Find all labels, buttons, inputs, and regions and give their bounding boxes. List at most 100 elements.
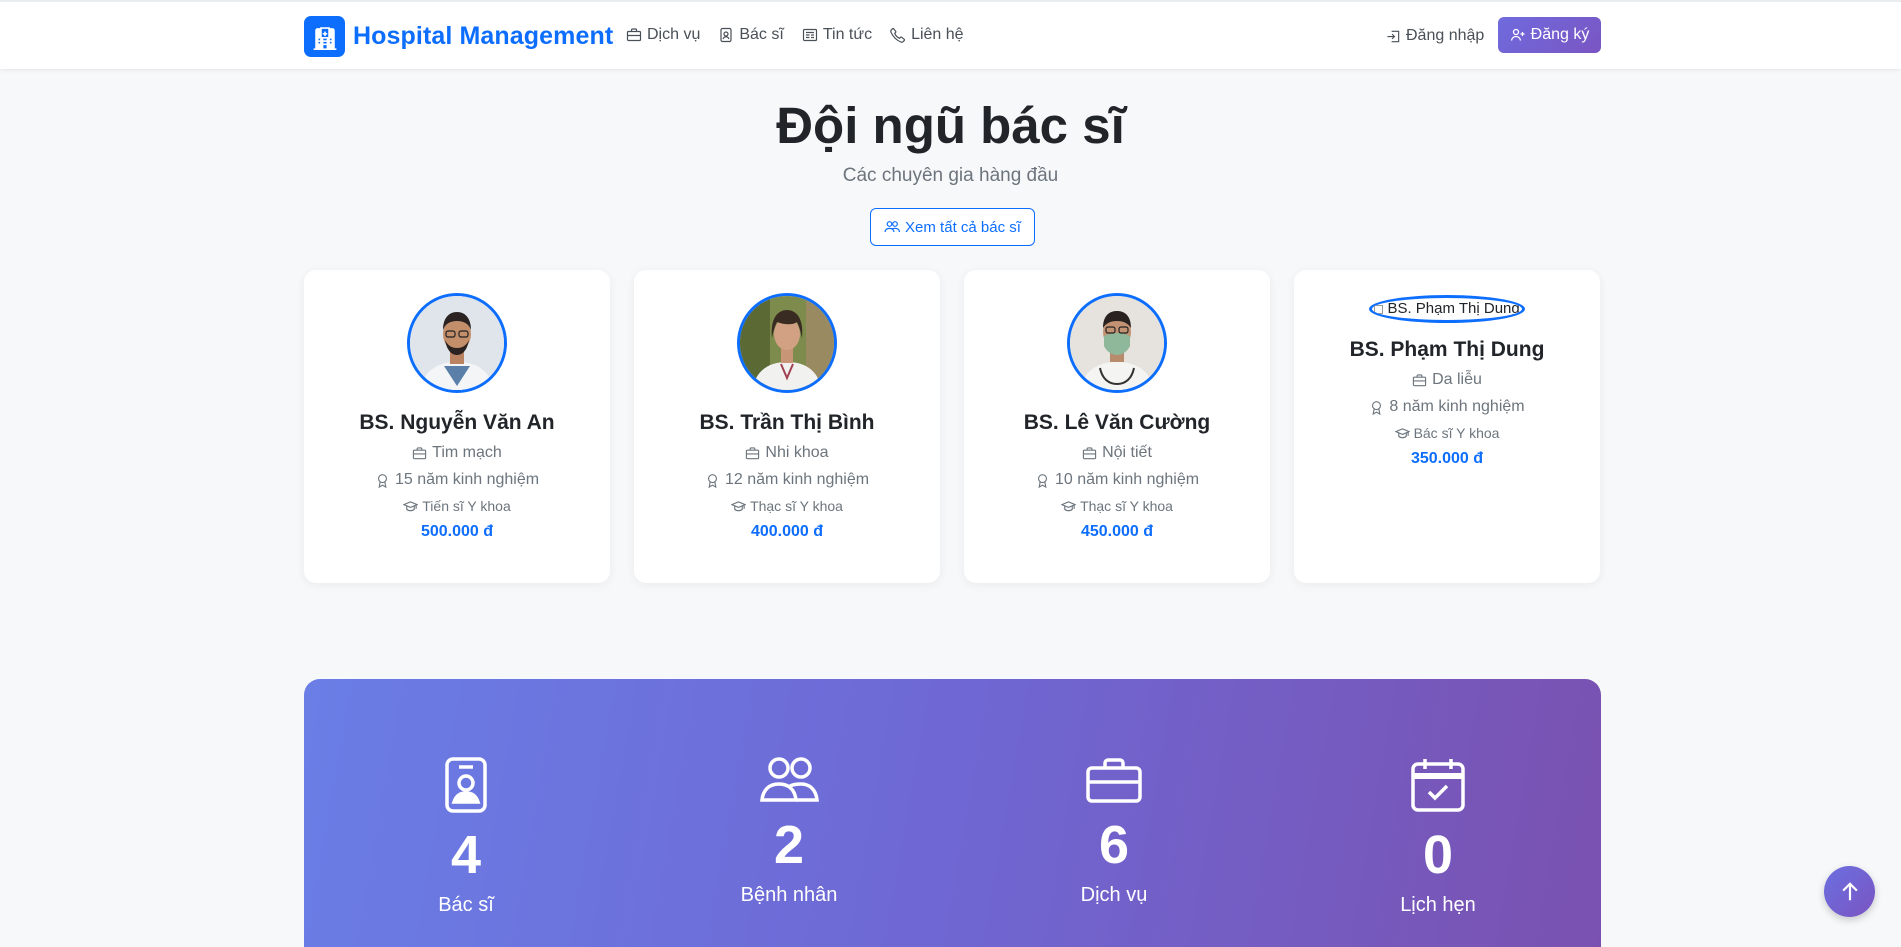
briefcase-icon xyxy=(626,28,642,42)
award-icon xyxy=(707,473,717,488)
people-icon xyxy=(760,757,819,802)
doctor-avatar xyxy=(737,293,837,393)
experience-text: 15 năm kinh nghiệm xyxy=(394,471,540,488)
signup-button[interactable]: Đăng ký xyxy=(1498,17,1601,53)
section-title: Đội ngũ bác sĩ xyxy=(776,97,1125,154)
login-link[interactable]: Đăng nhập xyxy=(1386,27,1484,45)
nav-link-news[interactable]: Tin tức xyxy=(802,26,872,44)
specialty-text: Nhi khoa xyxy=(765,444,829,461)
stat-value: 4 xyxy=(450,825,482,885)
mortarboard-icon xyxy=(403,500,419,511)
doctor-avatar xyxy=(407,293,507,393)
doctor-experience: 12 năm kinh nghiệm xyxy=(634,471,940,489)
specialty-text: Da liễu xyxy=(1432,371,1482,388)
hospital-icon xyxy=(304,16,345,57)
stat-services: 6 Dịch vụ xyxy=(1014,756,1214,907)
degree-text: Thạc sĩ Y khoa xyxy=(1080,498,1173,514)
doctor-avatar xyxy=(1067,293,1167,393)
doctor-experience: 8 năm kinh nghiệm xyxy=(1294,398,1600,416)
phone-icon xyxy=(890,27,906,43)
doctor-avatar-broken: BS. Phạm Thị Dung xyxy=(1369,295,1525,323)
doctor-degree: Thạc sĩ Y khoa xyxy=(964,498,1270,514)
nav-links: Dịch vụ Bác sĩ Tin tức Liên hệ xyxy=(626,26,964,44)
navbar: Hospital Management Dịch vụ Bác sĩ Tin t… xyxy=(0,0,1901,69)
doctor-degree: Bác sĩ Y khoa xyxy=(1294,425,1600,441)
stat-value: 6 xyxy=(1098,815,1130,875)
doctor-specialty: Tim mạch xyxy=(304,444,610,462)
view-all-label: Xem tất cả bác sĩ xyxy=(905,218,1021,236)
doctor-specialty: Nhi khoa xyxy=(634,444,940,462)
nav-link-label: Bác sĩ xyxy=(739,26,784,43)
newspaper-icon xyxy=(802,28,817,42)
stat-value: 0 xyxy=(1422,825,1454,885)
nav-link-doctors[interactable]: Bác sĩ xyxy=(718,26,784,44)
doctor-name: BS. Nguyễn Văn An xyxy=(359,411,555,434)
badge-icon xyxy=(720,27,732,43)
mortarboard-icon xyxy=(1061,500,1077,511)
section-subtitle: Các chuyên gia hàng đầu xyxy=(842,165,1059,186)
nav-link-label: Dịch vụ xyxy=(647,26,701,43)
briefcase-icon xyxy=(1082,446,1097,459)
brand[interactable]: Hospital Management xyxy=(304,16,613,57)
experience-text: 12 năm kinh nghiệm xyxy=(724,471,870,488)
brand-name: Hospital Management xyxy=(353,22,614,50)
stat-label: Bệnh nhân xyxy=(740,884,838,906)
stat-doctors: 4 Bác sĩ xyxy=(366,756,566,917)
award-icon xyxy=(1037,473,1047,488)
doctor-name: BS. Trần Thị Bình xyxy=(699,411,875,434)
doctor-price: 450.000 đ xyxy=(1080,523,1154,540)
login-label: Đăng nhập xyxy=(1406,27,1485,44)
broken-image-icon xyxy=(1374,304,1384,314)
briefcase-icon xyxy=(1086,758,1142,803)
signup-label: Đăng ký xyxy=(1530,26,1590,43)
doctor-specialty: Nội tiết xyxy=(964,444,1270,462)
id-badge-icon xyxy=(445,757,487,813)
stat-label: Bác sĩ xyxy=(438,894,494,916)
award-icon xyxy=(377,473,387,488)
doctor-experience: 10 năm kinh nghiệm xyxy=(964,471,1270,489)
doctor-price: 500.000 đ xyxy=(420,523,494,540)
experience-text: 10 năm kinh nghiệm xyxy=(1054,471,1200,488)
view-all-doctors-button[interactable]: Xem tất cả bác sĩ xyxy=(870,208,1035,246)
award-icon xyxy=(1372,400,1382,415)
doctor-card[interactable]: BS. Nguyễn Văn An Tim mạch 15 năm kinh n… xyxy=(304,270,610,583)
degree-text: Thạc sĩ Y khoa xyxy=(750,498,843,514)
briefcase-icon xyxy=(746,446,760,459)
doctor-experience: 15 năm kinh nghiệm xyxy=(304,471,610,489)
login-icon xyxy=(1387,30,1400,42)
doctor-price: 400.000 đ xyxy=(750,523,824,540)
specialty-text: Tim mạch xyxy=(432,444,502,461)
doctor-price: 350.000 đ xyxy=(1410,450,1484,467)
stats-banner: 4 Bác sĩ 2 Bệnh nhân 6 Dịch vụ 0 Lịch hẹ… xyxy=(304,679,1601,947)
person-plus-icon xyxy=(1510,28,1525,41)
stat-appointments: 0 Lịch hẹn xyxy=(1338,756,1538,917)
doctor-name: BS. Phạm Thị Dung xyxy=(1349,338,1545,361)
people-icon xyxy=(884,221,901,233)
briefcase-icon xyxy=(413,446,427,459)
scroll-to-top-button[interactable] xyxy=(1824,866,1875,917)
doctor-card[interactable]: BS. Trần Thị Bình Nhi khoa 12 năm kinh n… xyxy=(634,270,940,583)
nav-link-label: Liên hệ xyxy=(911,26,964,43)
doctor-card[interactable]: BS. Lê Văn Cường Nội tiết 10 năm kinh ng… xyxy=(964,270,1270,583)
arrow-up-icon xyxy=(1841,881,1858,900)
doctor-name: BS. Lê Văn Cường xyxy=(1023,411,1211,434)
doctor-specialty: Da liễu xyxy=(1294,371,1600,389)
degree-text: Bác sĩ Y khoa xyxy=(1413,425,1500,441)
doctor-card[interactable]: BS. Phạm Thị Dung BS. Phạm Thị Dung Da l… xyxy=(1294,270,1600,583)
stat-patients: 2 Bệnh nhân xyxy=(689,756,889,907)
doctor-degree: Thạc sĩ Y khoa xyxy=(634,498,940,514)
nav-link-services[interactable]: Dịch vụ xyxy=(626,26,700,44)
briefcase-icon xyxy=(1412,373,1427,386)
doctor-degree: Tiến sĩ Y khoa xyxy=(304,498,610,514)
nav-link-contact[interactable]: Liên hệ xyxy=(890,26,964,44)
nav-link-label: Tin tức xyxy=(822,26,873,43)
stat-label: Dịch vụ xyxy=(1080,884,1148,906)
calendar-check-icon xyxy=(1411,759,1465,812)
experience-text: 8 năm kinh nghiệm xyxy=(1389,398,1525,415)
mortarboard-icon xyxy=(1394,427,1410,438)
stat-value: 2 xyxy=(773,815,805,875)
avatar-alt-text: BS. Phạm Thị Dung xyxy=(1387,300,1520,317)
mortarboard-icon xyxy=(731,500,747,511)
degree-text: Tiến sĩ Y khoa xyxy=(422,498,511,514)
stat-label: Lịch hẹn xyxy=(1400,894,1476,916)
